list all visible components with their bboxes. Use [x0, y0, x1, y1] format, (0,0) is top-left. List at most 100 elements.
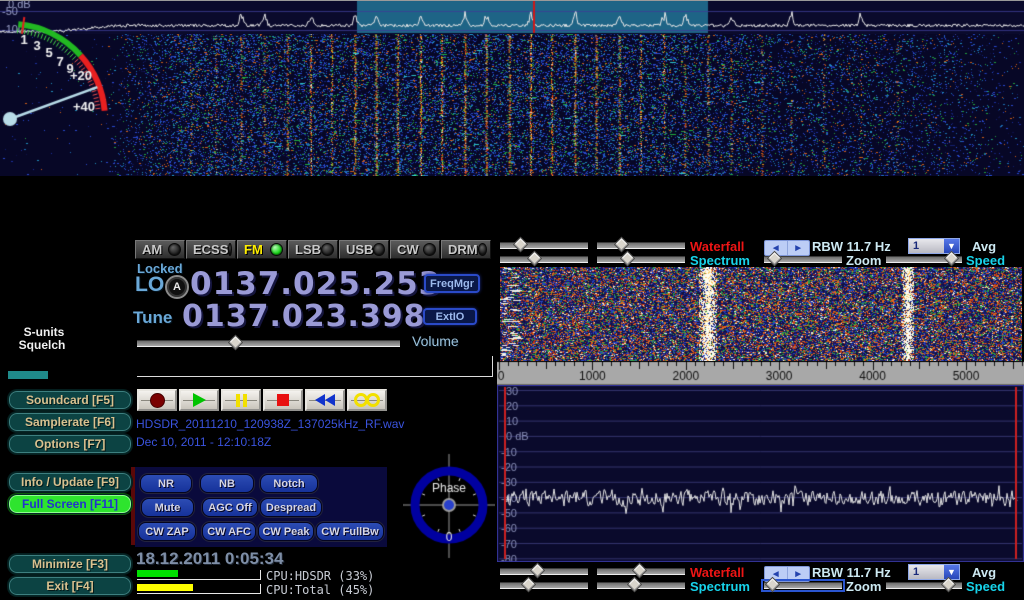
- avg-dropdown-value: 1: [909, 239, 944, 253]
- spectrum-gain-slider-bottom[interactable]: [500, 582, 588, 589]
- scroll-right-icon[interactable]: ►: [787, 567, 810, 581]
- waterfall-brightness-slider-top[interactable]: [500, 242, 588, 249]
- rf-spectrum[interactable]: [0, 0, 1024, 34]
- avg-label-top: Avg: [972, 239, 996, 254]
- s-units-caption: S-units: [24, 325, 65, 339]
- lo-lock-button[interactable]: A: [165, 275, 189, 299]
- left-button-samplerate-f6[interactable]: Samplerate [F6]: [8, 412, 132, 432]
- dsp-button-nb[interactable]: NB: [200, 474, 254, 493]
- speed-slider-top[interactable]: [886, 256, 962, 263]
- rbw-label-bottom: RBW 11.7 Hz: [812, 565, 891, 580]
- recording-timestamp: Dec 10, 2011 - 12:10:18Z: [136, 435, 271, 449]
- dropdown-chevron-icon[interactable]: ▼: [944, 565, 959, 579]
- mode-led-icon: [478, 243, 487, 256]
- loop-button[interactable]: [347, 389, 387, 411]
- mode-button-drm[interactable]: DRM: [441, 240, 491, 259]
- waterfall-brightness-slider-top-thumb[interactable]: [513, 237, 529, 253]
- volume-label: Volume: [412, 333, 459, 349]
- spectrum-range-slider-bottom-thumb[interactable]: [627, 577, 643, 593]
- zoom-slider-top[interactable]: [764, 256, 842, 263]
- lo-label: LO: [135, 273, 164, 297]
- freqmgr-button[interactable]: FreqMgr: [424, 274, 480, 293]
- tune-label: Tune: [133, 308, 172, 328]
- phase-indicator: [403, 452, 495, 560]
- s-meter: [0, 0, 132, 140]
- avg-dropdown-bottom[interactable]: 1▼: [908, 564, 960, 580]
- cpu-bar-track: [137, 569, 261, 580]
- left-button-info-update-f9[interactable]: Info / Update [F9]: [8, 472, 132, 492]
- stop-icon: [277, 394, 289, 406]
- mode-led-icon: [321, 243, 334, 256]
- mode-label: USB: [346, 242, 373, 257]
- mode-label: DRM: [448, 242, 478, 257]
- waterfall-brightness-slider-bottom[interactable]: [500, 568, 588, 575]
- spectrum-label-top: Spectrum: [690, 253, 750, 268]
- waterfall-contrast-slider-bottom[interactable]: [597, 568, 685, 575]
- rbw-label-top: RBW 11.7 Hz: [812, 239, 891, 254]
- record-icon: [150, 393, 165, 408]
- mode-button-cw[interactable]: CW: [390, 240, 440, 259]
- avg-dropdown-value: 1: [909, 565, 944, 579]
- dsp-button-cw-zap[interactable]: CW ZAP: [138, 522, 196, 541]
- cpu-bar-fill: [137, 570, 178, 577]
- left-button-soundcard-f5[interactable]: Soundcard [F5]: [8, 390, 132, 410]
- dsp-button-cw-fullbw[interactable]: CW FullBw: [316, 522, 384, 541]
- play-button[interactable]: [179, 389, 219, 411]
- panel-divider: [0, 0, 1024, 1]
- mode-button-lsb[interactable]: LSB: [288, 240, 338, 259]
- clock: 18.12.2011 0:05:34: [136, 549, 283, 569]
- dsp-button-cw-peak[interactable]: CW Peak: [258, 522, 314, 541]
- loop-icon: [354, 393, 380, 407]
- stop-button[interactable]: [263, 389, 303, 411]
- mode-button-ecss[interactable]: ECSS: [186, 240, 236, 259]
- play-icon: [193, 393, 206, 407]
- rewind-button[interactable]: [305, 389, 345, 411]
- audio-waterfall[interactable]: [500, 267, 1022, 361]
- mode-button-am[interactable]: AM: [135, 240, 185, 259]
- spectrum-range-slider-top[interactable]: [597, 256, 685, 263]
- left-button-full-screen-f11[interactable]: Full Screen [F11]: [8, 494, 132, 514]
- mode-button-fm[interactable]: FM: [237, 240, 287, 259]
- rewind-icon: [315, 394, 335, 406]
- pause-icon: [236, 394, 247, 407]
- spectrum-gain-slider-top-thumb[interactable]: [527, 251, 543, 267]
- mode-led-icon: [373, 243, 385, 256]
- audio-frequency-scale[interactable]: [497, 361, 1024, 385]
- dsp-button-nr[interactable]: NR: [140, 474, 192, 493]
- pause-button[interactable]: [221, 389, 261, 411]
- mode-label: LSB: [295, 242, 321, 257]
- mode-button-usb[interactable]: USB: [339, 240, 389, 259]
- extio-button[interactable]: ExtIO: [423, 308, 477, 325]
- scroll-left-icon[interactable]: ◄: [765, 567, 787, 581]
- mode-led-icon: [270, 243, 283, 256]
- waterfall-contrast-slider-top[interactable]: [597, 242, 685, 249]
- avg-label-bottom: Avg: [972, 565, 996, 580]
- left-button-options-f7[interactable]: Options [F7]: [8, 434, 132, 454]
- audio-spectrum[interactable]: [497, 385, 1024, 562]
- record-button[interactable]: [137, 389, 177, 411]
- cpu-bar-fill: [137, 584, 193, 591]
- spectrum-range-slider-bottom[interactable]: [597, 582, 685, 589]
- tune-frequency-display[interactable]: 0137.023.398: [182, 299, 426, 334]
- squelch-indicator: [8, 371, 48, 379]
- dsp-button-mute[interactable]: Mute: [141, 498, 194, 517]
- speed-slider-bottom[interactable]: [886, 582, 962, 589]
- dsp-button-agc-off[interactable]: AGC Off: [202, 498, 258, 517]
- spectrum-gain-slider-bottom-thumb[interactable]: [521, 577, 537, 593]
- lo-frequency-display[interactable]: 0137.025.253: [190, 266, 441, 302]
- waterfall-brightness-slider-bottom-thumb[interactable]: [530, 563, 546, 579]
- volume-slider[interactable]: [137, 340, 400, 347]
- volume-slider-thumb[interactable]: [228, 335, 244, 351]
- scroll-right-icon[interactable]: ►: [787, 241, 810, 255]
- hdsdr-app: Locked LO A 0137.025.253 FreqMgr Tune 01…: [0, 0, 1024, 600]
- mode-led-icon: [168, 243, 181, 256]
- left-button-minimize-f3[interactable]: Minimize [F3]: [8, 554, 132, 574]
- spectrum-range-slider-top-thumb[interactable]: [620, 251, 636, 267]
- left-button-exit-f4[interactable]: Exit [F4]: [8, 576, 132, 596]
- zoom-slider-bottom[interactable]: [764, 582, 842, 589]
- squelch-caption: Squelch: [19, 338, 66, 352]
- dsp-button-notch[interactable]: Notch: [260, 474, 318, 493]
- dsp-button-cw-afc[interactable]: CW AFC: [202, 522, 256, 541]
- dsp-button-despread[interactable]: Despread: [260, 498, 322, 517]
- spectrum-gain-slider-top[interactable]: [500, 256, 588, 263]
